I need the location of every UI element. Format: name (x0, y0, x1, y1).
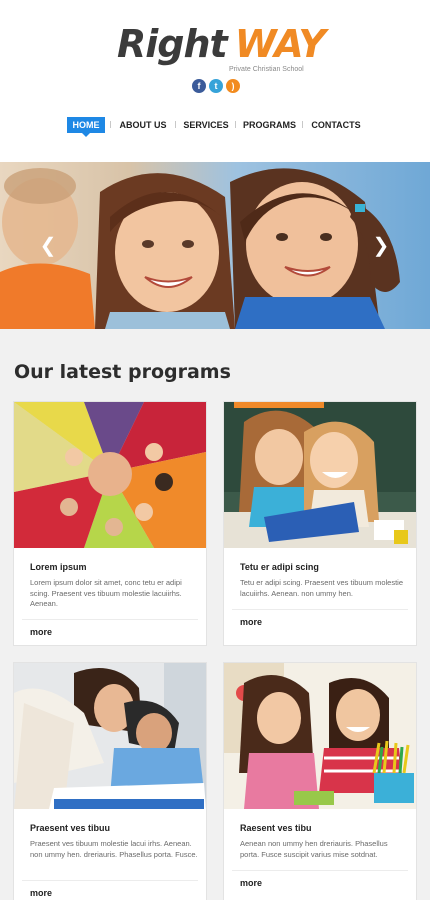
program-card: Lorem ipsum Lorem ipsum dolor sit amet, … (13, 401, 207, 646)
nav-separator (175, 121, 176, 128)
card-text: Aenean non ummy hen dreriauris. Phasellu… (240, 839, 388, 859)
card-title: Praesent ves tibuu (30, 823, 111, 833)
program-card: Raesent ves tibu Aenean non ummy hen dre… (223, 662, 417, 900)
site-tagline: Private Christian School (229, 66, 304, 73)
slider-prev-arrow[interactable]: ❮ (38, 234, 58, 258)
hero-image (0, 162, 430, 329)
logo-way-text: WAY (234, 22, 326, 66)
rss-icon[interactable]: ) (226, 79, 240, 93)
nav-home[interactable]: HOME (67, 117, 105, 137)
hero-slider: ❮ ❯ (0, 162, 430, 329)
nav-services[interactable]: SERVICES (183, 117, 229, 133)
facebook-icon[interactable]: f (192, 79, 206, 93)
card-divider (22, 619, 198, 620)
social-links: f t ) (192, 79, 240, 93)
card-more-link[interactable]: more (30, 888, 52, 898)
program-card: Tetu er adipi scing Tetu er adipi scing.… (223, 401, 417, 646)
site-logo[interactable]: Right WAY (117, 22, 326, 72)
main-nav: HOME ABOUT US SERVICES PROGRAMS CONTACTS (0, 117, 430, 137)
card-text: Tetu er adipi scing. Praesent ves tibuum… (240, 578, 403, 598)
card-title: Raesent ves tibu (240, 823, 312, 833)
card-divider (232, 609, 408, 610)
nav-about-us[interactable]: ABOUT US (118, 117, 168, 133)
card-title: Lorem ipsum (30, 562, 87, 572)
section-title: Our latest programs (14, 361, 231, 383)
nav-separator (235, 121, 236, 128)
card-image[interactable] (14, 663, 206, 809)
card-divider (22, 880, 198, 881)
nav-separator (110, 121, 111, 128)
twitter-icon[interactable]: t (209, 79, 223, 93)
card-more-link[interactable]: more (30, 627, 52, 637)
logo-right-text: Right (117, 22, 228, 66)
card-more-link[interactable]: more (240, 617, 262, 627)
nav-separator (302, 121, 303, 128)
card-image[interactable] (224, 402, 416, 548)
slider-next-arrow[interactable]: ❯ (371, 234, 391, 258)
nav-programs[interactable]: PROGRAMS (243, 117, 296, 133)
card-image[interactable] (14, 402, 206, 548)
card-text: Praesent ves tibuum molestie lacui irhs.… (30, 839, 198, 859)
card-more-link[interactable]: more (240, 878, 262, 888)
program-card: Praesent ves tibuu Praesent ves tibuum m… (13, 662, 207, 900)
card-image[interactable] (224, 663, 416, 809)
nav-contacts[interactable]: CONTACTS (310, 117, 362, 133)
card-divider (232, 870, 408, 871)
card-text: Lorem ipsum dolor sit amet, conc tetu er… (30, 578, 182, 608)
site-header: Right WAY Private Christian School f t ) … (0, 0, 430, 162)
card-title: Tetu er adipi scing (240, 562, 319, 572)
